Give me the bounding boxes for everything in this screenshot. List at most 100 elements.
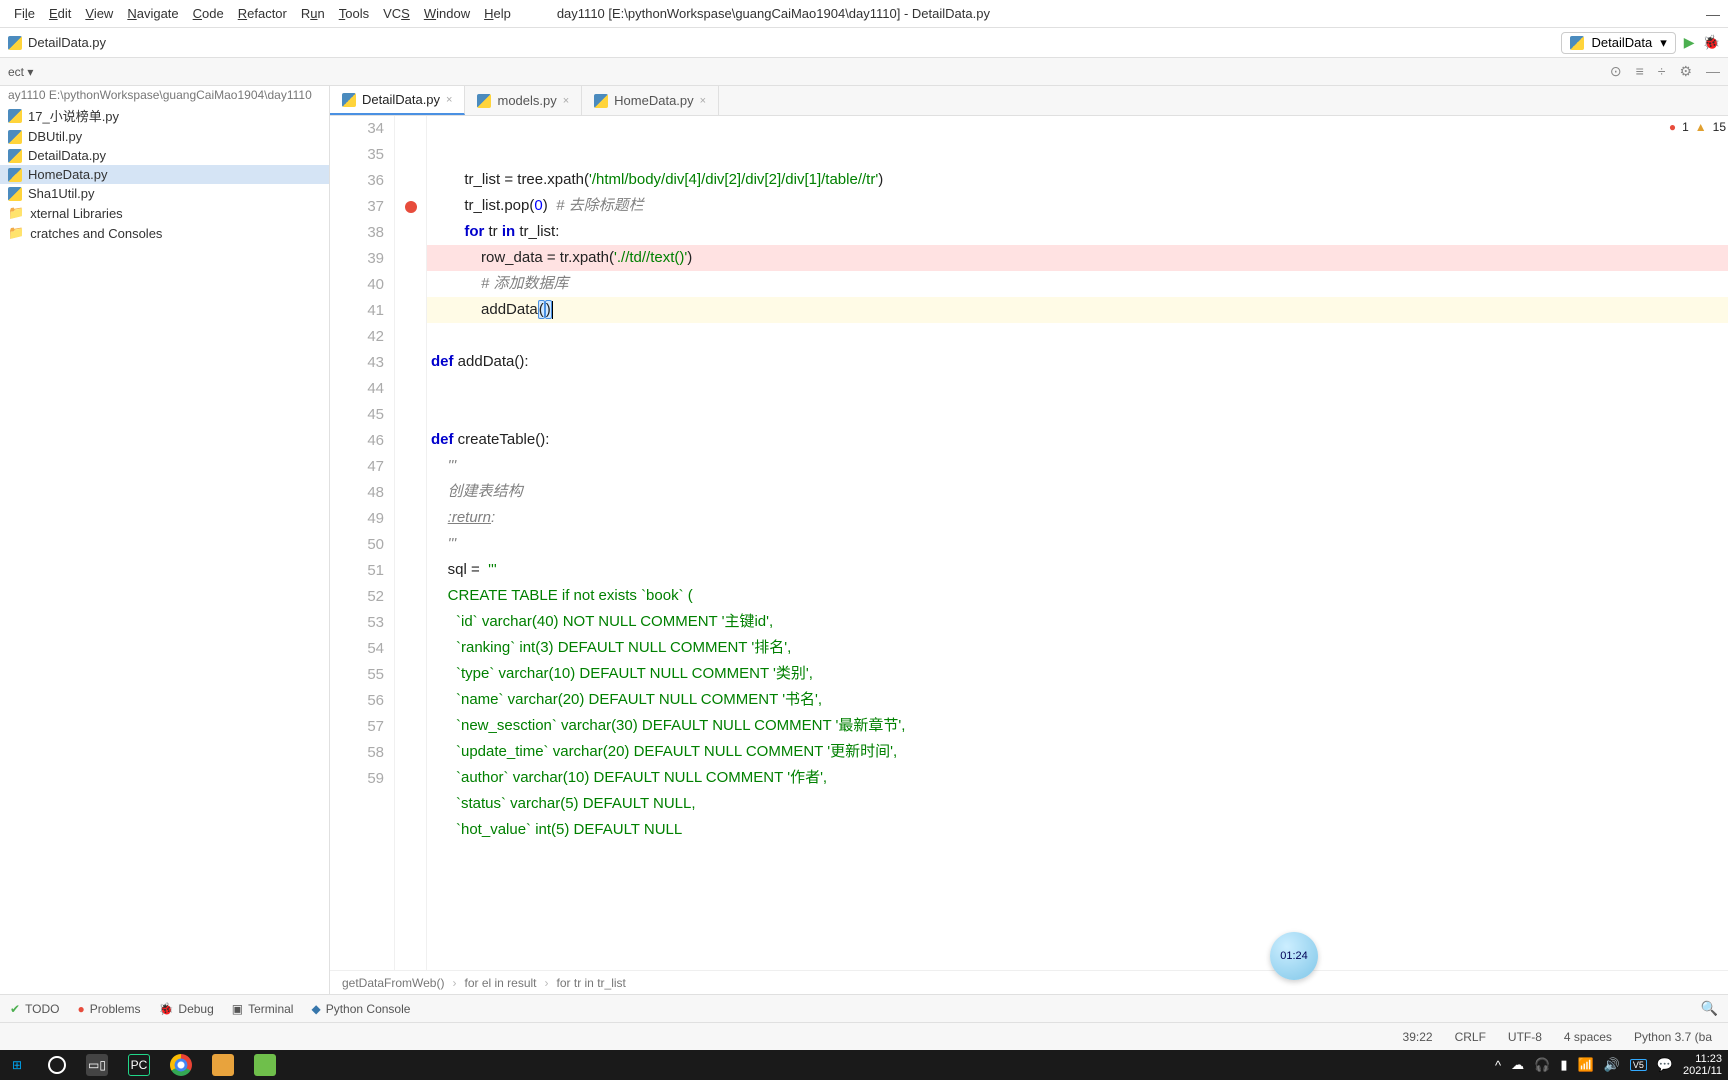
code-line[interactable]: sql = ''' bbox=[427, 557, 1728, 583]
collapse-icon[interactable]: ÷ bbox=[1658, 63, 1666, 80]
menu-edit[interactable]: Edit bbox=[43, 4, 77, 23]
code-line[interactable]: `id` varchar(40) NOT NULL COMMENT '主键id'… bbox=[427, 609, 1728, 635]
code-line[interactable]: row_data = tr.xpath('.//td//text()') bbox=[427, 245, 1728, 271]
clock[interactable]: 11:23 2021/11 bbox=[1683, 1053, 1722, 1077]
code-line[interactable] bbox=[427, 401, 1728, 427]
tree-root[interactable]: ay1110 E:\pythonWorkspase\guangCaiMao190… bbox=[0, 86, 329, 104]
code-line[interactable]: `update_time` varchar(20) DEFAULT NULL C… bbox=[427, 739, 1728, 765]
error-icon: ● bbox=[1669, 120, 1676, 134]
close-tab-icon[interactable]: × bbox=[446, 94, 452, 106]
close-tab-icon[interactable]: × bbox=[700, 95, 706, 107]
code-editor[interactable]: 3435363738394041424344454647484950515253… bbox=[330, 116, 1728, 970]
code-line[interactable]: def createTable(): bbox=[427, 427, 1728, 453]
code-line[interactable]: `hot_value` int(5) DEFAULT NULL bbox=[427, 817, 1728, 843]
menu-navigate[interactable]: Navigate bbox=[121, 4, 184, 23]
chrome-taskbar-icon[interactable] bbox=[170, 1054, 192, 1076]
code-line[interactable]: `author` varchar(10) DEFAULT NULL COMMEN… bbox=[427, 765, 1728, 791]
code-line[interactable]: `type` varchar(10) DEFAULT NULL COMMENT … bbox=[427, 661, 1728, 687]
menu-view[interactable]: View bbox=[79, 4, 119, 23]
cortana-icon[interactable] bbox=[48, 1056, 66, 1074]
tree-item[interactable]: 17_小说榜单.py bbox=[0, 104, 329, 127]
line-ending[interactable]: CRLF bbox=[1455, 1030, 1486, 1044]
menu-vcs[interactable]: VCS bbox=[377, 4, 416, 23]
todo-tool[interactable]: ✔TODO bbox=[10, 1002, 60, 1016]
code-line[interactable]: for tr in tr_list: bbox=[427, 219, 1728, 245]
run-config-selector[interactable]: DetailData ▾ bbox=[1561, 32, 1676, 54]
tree-item[interactable]: DetailData.py bbox=[0, 146, 329, 165]
editor-tab[interactable]: HomeData.py× bbox=[582, 86, 719, 115]
code-line[interactable]: `status` varchar(5) DEFAULT NULL, bbox=[427, 791, 1728, 817]
menu-file[interactable]: File bbox=[8, 4, 41, 23]
tree-item[interactable]: 📁xternal Libraries bbox=[0, 203, 329, 223]
notifications-icon[interactable]: 💬 bbox=[1657, 1057, 1673, 1073]
editor-tab[interactable]: models.py× bbox=[465, 86, 582, 115]
tree-item-label: DetailData.py bbox=[28, 148, 106, 163]
inspection-indicator[interactable]: ●1 ▲15 bbox=[1669, 120, 1726, 134]
breadcrumb-item[interactable]: getDataFromWeb() bbox=[342, 976, 444, 990]
file-encoding[interactable]: UTF-8 bbox=[1508, 1030, 1542, 1044]
headphone-icon[interactable]: 🎧 bbox=[1534, 1057, 1550, 1073]
editor-tab[interactable]: DetailData.py× bbox=[330, 86, 465, 115]
breadcrumb-bar[interactable]: getDataFromWeb()›for el in result›for tr… bbox=[330, 970, 1728, 994]
battery-icon[interactable]: ▮ bbox=[1560, 1057, 1567, 1073]
breadcrumb-item[interactable]: for tr in tr_list bbox=[557, 976, 626, 990]
run-button[interactable]: ▶ bbox=[1684, 34, 1695, 51]
code-line[interactable]: `ranking` int(3) DEFAULT NULL COMMENT '排… bbox=[427, 635, 1728, 661]
app2-taskbar-icon[interactable] bbox=[254, 1054, 276, 1076]
tree-item[interactable]: Sha1Util.py bbox=[0, 184, 329, 203]
event-log-icon[interactable]: 🔍 bbox=[1701, 1000, 1718, 1017]
code-line[interactable]: 创建表结构 bbox=[427, 479, 1728, 505]
breadcrumb-item[interactable]: for el in result bbox=[464, 976, 536, 990]
tree-item[interactable]: DBUtil.py bbox=[0, 127, 329, 146]
indent-config[interactable]: 4 spaces bbox=[1564, 1030, 1612, 1044]
menu-window[interactable]: Window bbox=[418, 4, 476, 23]
debug-tool[interactable]: 🐞Debug bbox=[158, 1002, 213, 1016]
code-line[interactable]: tr_list = tree.xpath('/html/body/div[4]/… bbox=[427, 167, 1728, 193]
breakpoint-gutter[interactable] bbox=[395, 116, 427, 970]
ime-icon[interactable]: V5 bbox=[1630, 1059, 1647, 1071]
breakpoint-icon[interactable] bbox=[405, 201, 417, 213]
menu-refactor[interactable]: Refactor bbox=[232, 4, 293, 23]
menu-tools[interactable]: Tools bbox=[333, 4, 375, 23]
locate-icon[interactable]: ⊙ bbox=[1610, 63, 1622, 80]
code-line[interactable]: `name` varchar(20) DEFAULT NULL COMMENT … bbox=[427, 687, 1728, 713]
code-area[interactable]: ●1 ▲15 tr_list = tree.xpath('/html/body/… bbox=[427, 116, 1728, 970]
menu-help[interactable]: Help bbox=[478, 4, 517, 23]
code-line[interactable]: tr_list.pop(0) # 去除标题栏 bbox=[427, 193, 1728, 219]
code-line[interactable]: :return: bbox=[427, 505, 1728, 531]
project-tree[interactable]: ay1110 E:\pythonWorkspase\guangCaiMao190… bbox=[0, 86, 330, 994]
hide-icon[interactable]: — bbox=[1706, 63, 1720, 80]
code-line[interactable]: ''' bbox=[427, 531, 1728, 557]
tray-chevron-icon[interactable]: ^ bbox=[1495, 1058, 1501, 1073]
python-console-tool[interactable]: ◆Python Console bbox=[311, 1002, 410, 1016]
code-line[interactable] bbox=[427, 323, 1728, 349]
code-line[interactable] bbox=[427, 375, 1728, 401]
minimize-icon[interactable]: — bbox=[1706, 6, 1720, 22]
caret-position[interactable]: 39:22 bbox=[1403, 1030, 1433, 1044]
code-line[interactable]: `new_sesction` varchar(30) DEFAULT NULL … bbox=[427, 713, 1728, 739]
task-view-icon[interactable]: ▭▯ bbox=[86, 1054, 108, 1076]
start-button[interactable]: ⊞ bbox=[6, 1054, 28, 1076]
tree-item[interactable]: 📁cratches and Consoles bbox=[0, 223, 329, 243]
close-tab-icon[interactable]: × bbox=[563, 95, 569, 107]
settings-icon[interactable]: ⚙ bbox=[1679, 63, 1692, 80]
terminal-tool[interactable]: ▣Terminal bbox=[232, 1002, 294, 1016]
problems-tool[interactable]: ●Problems bbox=[78, 1002, 141, 1016]
code-line[interactable]: addData() bbox=[427, 297, 1728, 323]
pycharm-taskbar-icon[interactable]: PC bbox=[128, 1054, 150, 1076]
code-line[interactable]: def addData(): bbox=[427, 349, 1728, 375]
code-line[interactable]: CREATE TABLE if not exists `book` ( bbox=[427, 583, 1728, 609]
app-taskbar-icon[interactable] bbox=[212, 1054, 234, 1076]
debug-button[interactable]: 🐞 bbox=[1703, 34, 1720, 51]
onedrive-icon[interactable]: ☁ bbox=[1511, 1057, 1524, 1073]
tree-item[interactable]: HomeData.py bbox=[0, 165, 329, 184]
volume-icon[interactable]: 🔊 bbox=[1604, 1057, 1620, 1073]
code-line[interactable]: ''' bbox=[427, 453, 1728, 479]
expand-icon[interactable]: ≡ bbox=[1636, 63, 1644, 80]
project-dropdown[interactable]: ect ▾ bbox=[8, 65, 33, 79]
python-interpreter[interactable]: Python 3.7 (ba bbox=[1634, 1030, 1712, 1044]
code-line[interactable]: # 添加数据库 bbox=[427, 271, 1728, 297]
wifi-icon[interactable]: 📶 bbox=[1577, 1057, 1593, 1073]
menu-run[interactable]: Run bbox=[295, 4, 331, 23]
menu-code[interactable]: Code bbox=[187, 4, 230, 23]
